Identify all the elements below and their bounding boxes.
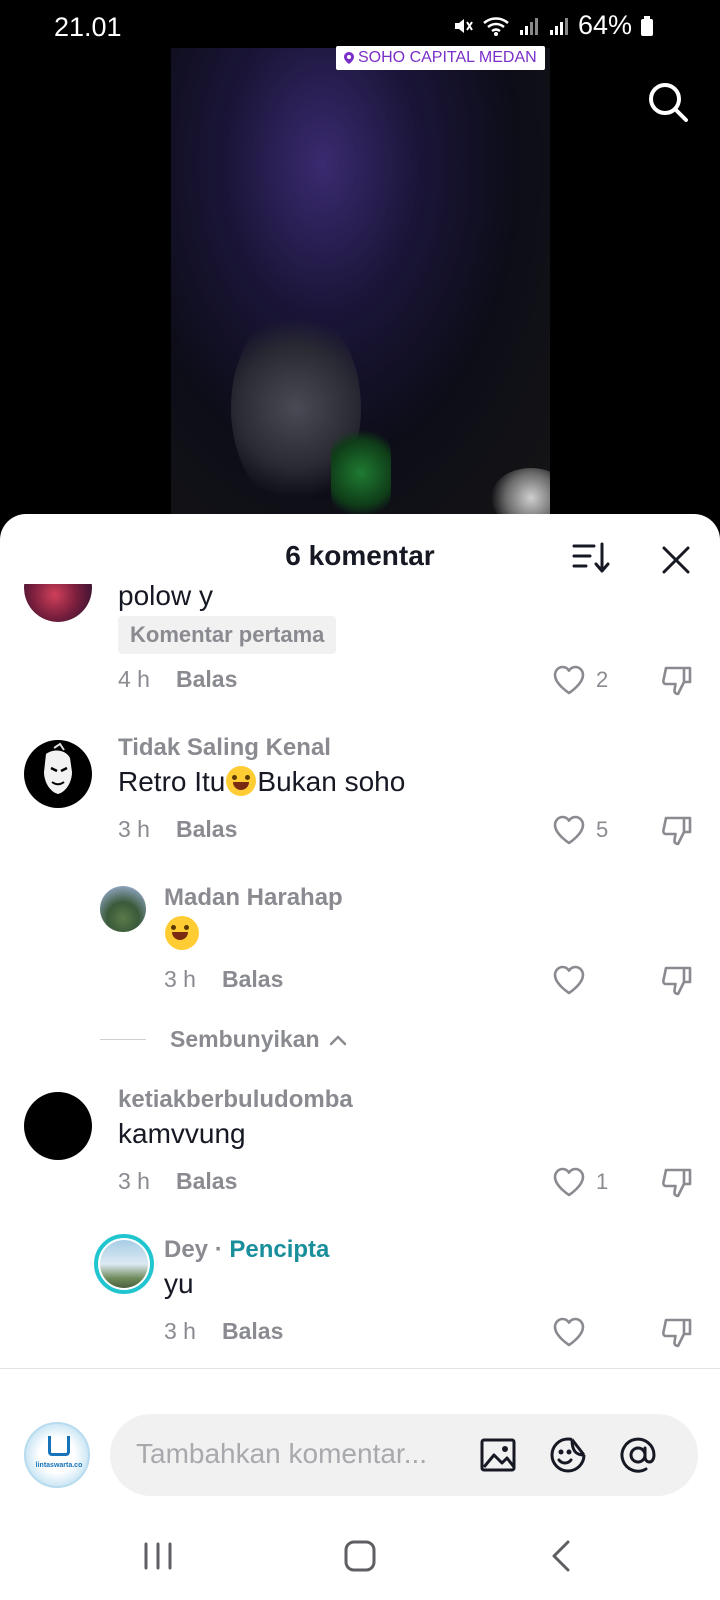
comment-username[interactable]: ketiakberbuludomba	[118, 1086, 353, 1114]
comment-username[interactable]: Madan Harahap	[164, 884, 343, 912]
dislike-icon[interactable]	[660, 964, 694, 998]
reply-button[interactable]: Balas	[176, 1168, 237, 1194]
avatar-mask-art	[44, 742, 72, 794]
comment-meta: 3 h Balas	[164, 1318, 283, 1345]
video-frame-light	[491, 468, 550, 514]
image-icon[interactable]	[478, 1435, 518, 1475]
reply-button[interactable]: Balas	[176, 666, 237, 692]
comment-meta: 3 h Balas	[118, 1168, 237, 1195]
heart-icon	[553, 1317, 585, 1347]
battery-percent: 64%	[577, 10, 632, 40]
sticker-icon[interactable]	[548, 1435, 588, 1475]
username-text: Dey	[164, 1236, 209, 1263]
comment-text: polow y	[118, 580, 213, 611]
system-nav-bar	[0, 1512, 720, 1600]
name-separator: ·	[208, 1236, 230, 1263]
location-tag[interactable]: SOHO CAPITAL MEDAN	[336, 46, 545, 70]
comment-username[interactable]: Dey · Pencipta	[164, 1236, 329, 1264]
comment-meta: 4 h Balas	[118, 666, 237, 693]
comment-text: kamvvung	[118, 1118, 246, 1149]
comment-time: 3 h	[118, 816, 150, 842]
sweat-smile-emoji-icon	[226, 766, 257, 796]
back-icon[interactable]	[542, 1538, 582, 1574]
reply-button[interactable]: Balas	[222, 1318, 283, 1344]
chevron-up-icon	[329, 1034, 346, 1045]
dislike-icon[interactable]	[660, 664, 694, 698]
comment-text	[164, 916, 200, 952]
like-button[interactable]: 1	[552, 1166, 608, 1198]
wifi-icon	[483, 16, 509, 36]
signal-icon-2	[549, 17, 568, 35]
hide-replies-button[interactable]: Sembunyikan	[100, 1026, 348, 1053]
comment-input-placeholder: Tambahkan komentar...	[136, 1438, 428, 1469]
creator-avatar-photo	[100, 1240, 148, 1288]
like-button[interactable]: 2	[552, 664, 608, 696]
comment-username[interactable]: Tidak Saling Kenal	[118, 734, 331, 762]
close-icon[interactable]	[660, 544, 692, 576]
signal-icon	[519, 17, 538, 35]
sort-icon[interactable]	[572, 540, 612, 576]
avatar[interactable]	[24, 1092, 92, 1160]
comment-time: 4 h	[118, 666, 150, 692]
like-button[interactable]	[552, 1316, 586, 1348]
recent-apps-icon[interactable]	[138, 1538, 178, 1574]
input-divider	[0, 1368, 720, 1369]
dislike-icon[interactable]	[660, 814, 694, 848]
location-pin-icon	[344, 52, 354, 64]
heart-icon	[553, 965, 585, 995]
like-count: 1	[596, 1169, 609, 1194]
home-icon[interactable]	[340, 1538, 380, 1574]
video-frame-bottle	[331, 428, 391, 514]
heart-icon	[553, 665, 585, 695]
status-icons: 64%	[452, 10, 654, 41]
dislike-icon[interactable]	[660, 1316, 694, 1350]
like-button[interactable]: 5	[552, 814, 608, 846]
first-comment-badge: Komentar pertama	[118, 616, 337, 654]
lintaswarta-logo-icon	[48, 1436, 70, 1456]
avatar-logo-text: lintaswarta.co	[35, 1462, 83, 1469]
status-time: 21.01	[54, 12, 122, 42]
comment-time: 3 h	[164, 1318, 196, 1344]
comment-meta: 3 h Balas	[118, 816, 237, 843]
mention-icon[interactable]	[618, 1435, 658, 1475]
comment-input[interactable]: Tambahkan komentar...	[110, 1414, 698, 1496]
hide-replies-label: Sembunyikan	[170, 1026, 320, 1052]
heart-icon	[553, 1167, 585, 1197]
battery-icon	[641, 15, 653, 36]
heart-icon	[553, 815, 585, 845]
comments-count-title: 6 komentar	[285, 540, 435, 571]
avatar[interactable]	[100, 886, 146, 932]
comment-text: yu	[164, 1268, 194, 1299]
mute-icon	[454, 18, 473, 33]
avatar[interactable]	[24, 740, 92, 808]
comment-text-part: Bukan soho	[257, 766, 406, 797]
reply-button[interactable]: Balas	[176, 816, 237, 842]
divider-line	[100, 1039, 146, 1040]
like-count: 2	[596, 667, 609, 692]
my-avatar[interactable]: lintaswarta.co	[24, 1422, 90, 1488]
creator-avatar[interactable]	[94, 1234, 154, 1294]
reply-button[interactable]: Balas	[222, 966, 283, 992]
tears-of-joy-emoji-icon	[165, 916, 199, 950]
comment-meta: 3 h Balas	[164, 966, 283, 993]
comment-text: Retro Itu Bukan soho	[118, 766, 405, 798]
dislike-icon[interactable]	[660, 1166, 694, 1200]
status-bar: 21.01 64%	[0, 0, 720, 48]
comment-text-part: Retro Itu	[118, 766, 226, 797]
creator-label: Pencipta	[229, 1236, 330, 1263]
search-icon[interactable]	[646, 80, 690, 124]
like-count: 5	[596, 817, 609, 842]
location-tag-label: SOHO CAPITAL MEDAN	[358, 49, 537, 66]
comment-time: 3 h	[164, 966, 196, 992]
like-button[interactable]	[552, 964, 586, 996]
video-player[interactable]	[171, 48, 550, 514]
comment-time: 3 h	[118, 1168, 150, 1194]
